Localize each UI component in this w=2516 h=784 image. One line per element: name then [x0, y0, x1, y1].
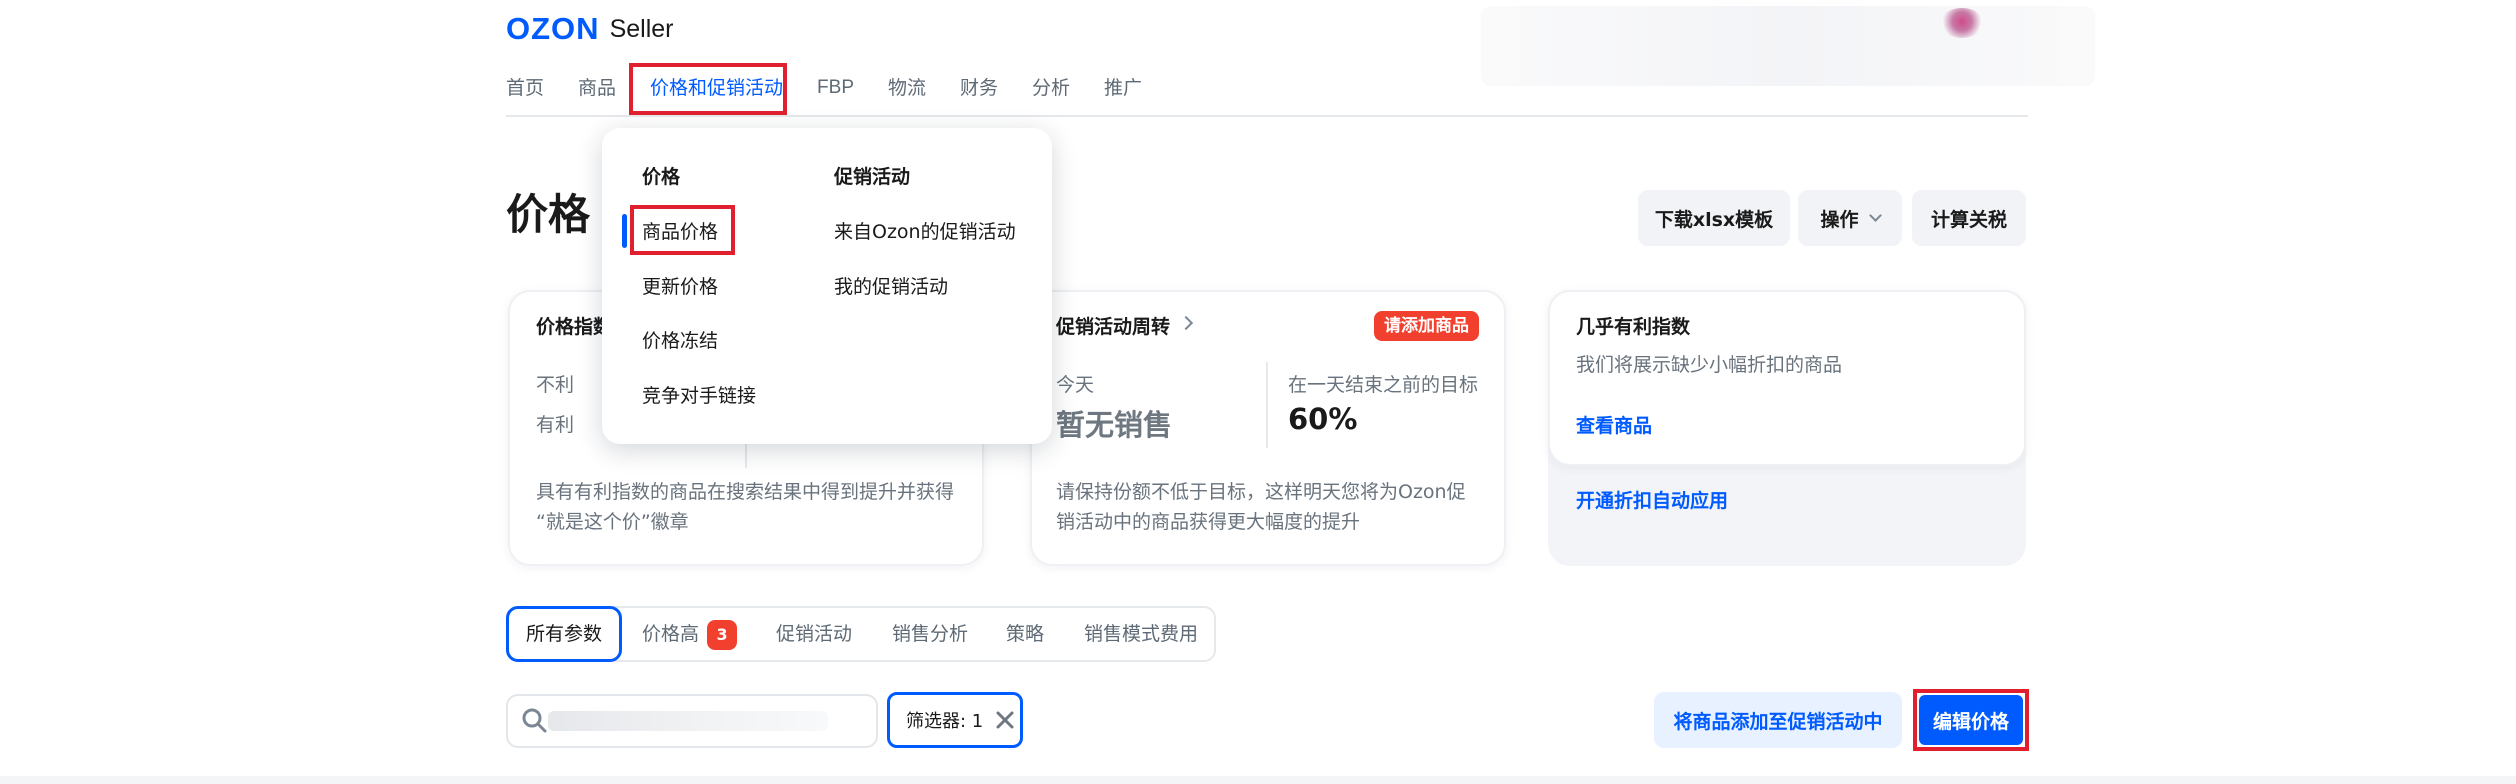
- almost-favorable-title: 几乎有利指数: [1576, 316, 1691, 338]
- dropdown-item-price-freeze[interactable]: 价格冻结: [642, 326, 718, 353]
- nav-item-products[interactable]: 商品: [578, 74, 616, 102]
- tab-sales-model-fees-label: 销售模式费用: [1084, 623, 1199, 645]
- target-label: 在一天结束之前的目标: [1288, 374, 1479, 396]
- price-index-desc-line1: 具有有利指数的商品在搜索结果中得到提升并获得: [536, 481, 955, 503]
- tab-high-price[interactable]: 价格高 3: [642, 608, 738, 660]
- main-nav: 首页 商品 价格和促销活动 FBP 物流 财务 分析 推广: [506, 74, 1176, 102]
- filter-label: 筛选器: 1: [906, 711, 984, 732]
- actions-label: 操作: [1820, 208, 1859, 231]
- add-to-promotion-label: 将商品添加至促销活动中: [1673, 710, 1883, 733]
- logo[interactable]: OZON Seller: [506, 12, 673, 46]
- page-title: 价格: [506, 190, 591, 239]
- nav-item-home[interactable]: 首页: [506, 74, 544, 102]
- logo-seller-text: Seller: [609, 15, 674, 43]
- today-value: 暂无销售: [1056, 408, 1173, 442]
- dropdown-promotions-heading: 促销活动: [834, 166, 911, 188]
- dropdown-item-competitor-links[interactable]: 竞争对手链接: [642, 381, 756, 408]
- tab-all-parameters[interactable]: 所有参数: [506, 606, 622, 662]
- chevron-down-icon: [1868, 208, 1882, 222]
- nav-divider: [506, 115, 2028, 117]
- actions-dropdown-button[interactable]: 操作: [1798, 190, 1902, 246]
- dropdown-item-my-promotions[interactable]: 我的促销活动: [834, 272, 948, 299]
- price-index-title: 价格指数: [536, 316, 613, 338]
- favorable-label: 有利: [536, 414, 575, 436]
- nav-item-logistics[interactable]: 物流: [888, 74, 926, 102]
- tab-bar: 所有参数 价格高 3 促销活动 销售分析 策略 销售模式费用: [506, 606, 1216, 662]
- unfavorable-label: 不利: [536, 374, 575, 396]
- tab-sales-analysis[interactable]: 销售分析: [892, 608, 968, 660]
- view-products-link[interactable]: 查看商品: [1576, 411, 1652, 441]
- card-divider: [745, 440, 747, 468]
- close-icon[interactable]: [995, 710, 1015, 730]
- download-template-label: 下载xlsx模板: [1654, 208, 1774, 231]
- tab-sales-analysis-label: 销售分析: [892, 623, 969, 645]
- tab-promotions-label: 促销活动: [776, 623, 853, 645]
- nav-item-fbp[interactable]: FBP: [817, 74, 854, 102]
- add-products-badge[interactable]: 请添加商品: [1374, 311, 1479, 341]
- promo-desc-line2: 销活动中的商品获得更大幅度的提升: [1056, 511, 1361, 533]
- dropdown-prices-heading: 价格: [642, 166, 681, 188]
- almost-favorable-desc: 我们将展示缺少小幅折扣的商品: [1576, 354, 1843, 376]
- dropdown-item-update-prices[interactable]: 更新价格: [642, 272, 718, 299]
- dropdown-item-ozon-promotions[interactable]: 来自Ozon的促销活动: [834, 217, 1016, 244]
- table-header-strip: [0, 776, 2516, 784]
- price-index-desc-line2: “就是这个价”徽章: [536, 511, 689, 533]
- calculate-tariff-label: 计算关税: [1930, 208, 2007, 231]
- active-indicator: [622, 214, 627, 248]
- download-template-button[interactable]: 下载xlsx模板: [1638, 190, 1790, 246]
- tab-promotions[interactable]: 促销活动: [776, 608, 852, 660]
- add-to-promotion-button[interactable]: 将商品添加至促销活动中: [1654, 692, 1902, 748]
- nav-item-finance[interactable]: 财务: [960, 74, 998, 102]
- nav-item-promotion[interactable]: 推广: [1104, 74, 1142, 102]
- enable-auto-discount-link[interactable]: 开通折扣自动应用: [1576, 486, 1728, 516]
- highlight-box-product-prices: [630, 205, 735, 255]
- filter-chip[interactable]: 筛选器: 1: [887, 692, 1023, 748]
- tab-strategy-label: 策略: [1006, 623, 1045, 645]
- promo-turnover-title[interactable]: 促销活动周转: [1056, 312, 1170, 339]
- promo-desc-line1: 请保持份额不低于目标，这样明天您将为Ozon促: [1056, 481, 1466, 503]
- target-value: 60%: [1288, 402, 1358, 436]
- calculate-tariff-button[interactable]: 计算关税: [1912, 190, 2026, 246]
- nav-item-analytics[interactable]: 分析: [1032, 74, 1070, 102]
- search-icon: [522, 708, 547, 733]
- tab-strategy[interactable]: 策略: [1006, 608, 1044, 660]
- edit-price-label: 编辑价格: [1932, 710, 2009, 733]
- blurred-search-text: [548, 711, 828, 731]
- edit-price-button[interactable]: 编辑价格: [1919, 695, 2023, 745]
- tab-high-price-label: 价格高: [642, 623, 700, 645]
- avatar[interactable]: [1940, 8, 1984, 38]
- high-price-count-badge: 3: [707, 619, 738, 650]
- tab-sales-model-fees[interactable]: 销售模式费用: [1084, 608, 1198, 660]
- today-label: 今天: [1056, 374, 1095, 396]
- tab-all-parameters-label: 所有参数: [525, 623, 602, 645]
- blurred-profile-area: [1481, 6, 2095, 86]
- card2-divider: [1266, 362, 1268, 448]
- logo-ozon-text: OZON: [506, 11, 600, 46]
- highlight-box-nav: [629, 63, 787, 115]
